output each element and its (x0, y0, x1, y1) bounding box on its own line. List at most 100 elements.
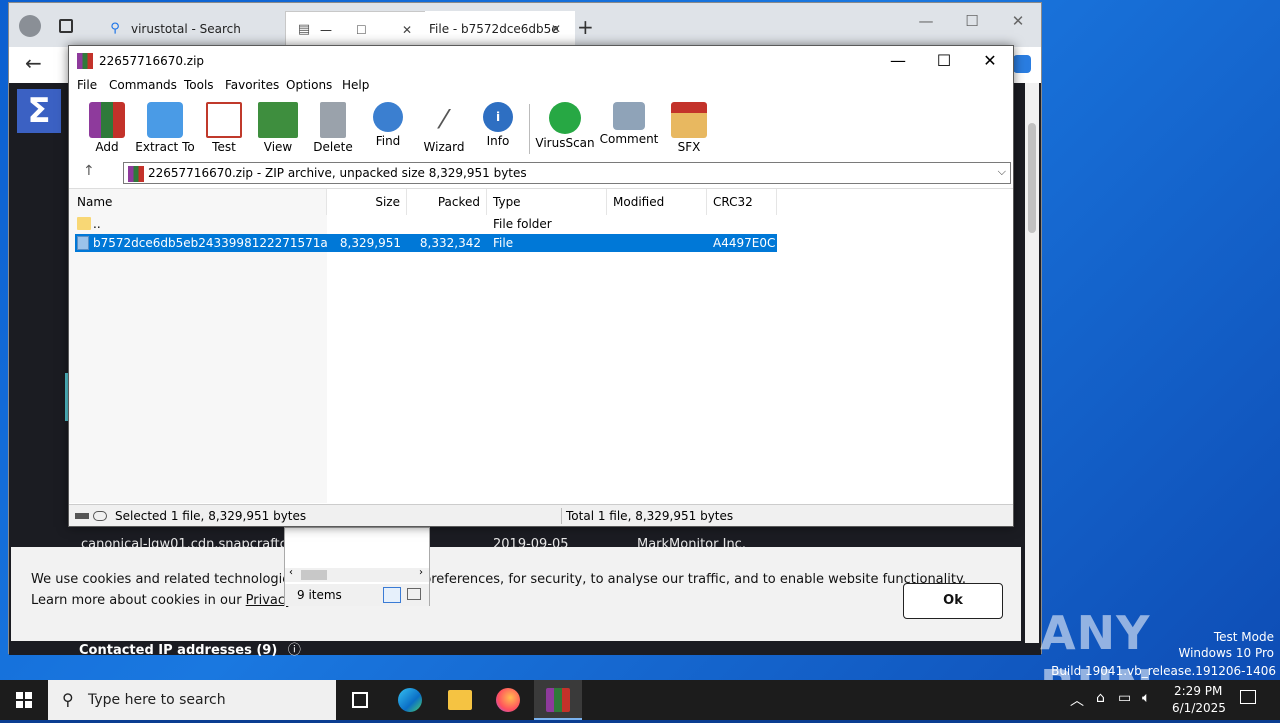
info-icon: i (483, 102, 513, 132)
menu-commands[interactable]: Commands (109, 78, 177, 92)
add-button[interactable]: Add (77, 100, 137, 156)
clock-date[interactable]: 6/1/2025 (1172, 701, 1226, 715)
scrollbar-thumb[interactable] (1028, 123, 1036, 233)
delete-button[interactable]: Delete (303, 100, 363, 156)
minimize-button[interactable]: — (875, 46, 921, 76)
column-type[interactable]: Type (487, 189, 607, 215)
scroll-right-icon[interactable]: › (419, 567, 423, 578)
archive-path: 22657716670.zip - ZIP archive, unpacked … (148, 166, 527, 180)
search-icon: ⚲ (110, 21, 120, 36)
extract-to-button[interactable]: Extract To (135, 100, 195, 156)
winrar-taskbar-icon[interactable] (534, 680, 582, 720)
archive-icon (128, 166, 144, 182)
maximize-button[interactable]: ☐ (949, 9, 995, 33)
archive-path-field[interactable]: 22657716670.zip - ZIP archive, unpacked … (123, 162, 1011, 184)
cookie-banner: We use cookies and related technologies … (11, 547, 1021, 641)
sfx-label: SFX (677, 140, 701, 154)
clock-time[interactable]: 2:29 PM (1174, 684, 1222, 698)
virustotal-logo-icon[interactable]: Σ (17, 89, 61, 133)
chevron-down-icon[interactable]: ⌵ (998, 165, 1006, 179)
column-size[interactable]: Size (327, 189, 407, 215)
restore-icon[interactable]: ☐ (356, 23, 367, 37)
tab-blank[interactable]: ▤ — ☐ ✕ (285, 11, 443, 47)
tab-close-icon[interactable]: ✕ (402, 23, 412, 37)
scroll-left-icon[interactable]: ‹ (289, 567, 293, 578)
virusscan-button[interactable]: VirusScan (535, 100, 595, 156)
preview-view-icon[interactable] (407, 588, 421, 600)
table-row[interactable]: .. File folder (75, 215, 777, 233)
column-modified[interactable]: Modified (607, 189, 707, 215)
column-name[interactable]: Name (71, 189, 327, 215)
cell-name: b7572dce6db5eb2433998122271571ad0b7e... (93, 236, 327, 250)
file-explorer-icon[interactable] (436, 680, 484, 720)
tab-close-icon[interactable]: ✕ (551, 22, 561, 36)
menu-help[interactable]: Help (342, 78, 369, 92)
info-icon[interactable]: ⓘ (288, 643, 301, 658)
cookie-learn-text: Learn more about cookies in our (31, 593, 246, 608)
cell-type: File folder (493, 217, 552, 231)
start-button[interactable] (0, 680, 48, 720)
wizard-button[interactable]: ⁄ Wizard (414, 100, 474, 156)
cell-packed: 8,332,342 (419, 236, 481, 250)
menu-options[interactable]: Options (286, 78, 332, 92)
menu-favorites[interactable]: Favorites (225, 78, 279, 92)
tab-label: — (320, 22, 332, 37)
comment-label: Comment (599, 132, 659, 146)
back-arrow-icon[interactable]: ← (25, 51, 42, 75)
file-list: Name Size Packed Type Modified CRC32 .. … (69, 188, 1013, 503)
status-selected: Selected 1 file, 8,329,951 bytes (115, 509, 307, 523)
edge-icon[interactable] (386, 680, 434, 720)
tab-file-report[interactable]: File - b7572dce6db5e ✕ (425, 11, 575, 47)
maximize-button[interactable]: ☐ (921, 46, 967, 76)
winrar-app-icon (77, 53, 93, 69)
taskbar-search[interactable]: ⚲ Type here to search (48, 680, 336, 720)
status-divider (561, 508, 562, 524)
page-scrollbar[interactable] (1025, 83, 1039, 643)
cookie-text: We use cookies and related technologies … (31, 572, 966, 587)
virusscan-label: VirusScan (535, 136, 595, 150)
find-button[interactable]: Find (358, 100, 418, 156)
winrar-toolbar: Add Extract To Test View Delete Find ⁄ Wi… (69, 96, 1013, 158)
winrar-titlebar: 22657716670.zip — ☐ ✕ (69, 46, 1013, 76)
copilot-icon[interactable] (1013, 55, 1031, 73)
up-arrow-icon[interactable]: ↑ (83, 163, 95, 179)
horizontal-scrollbar[interactable]: ‹ › (285, 567, 429, 582)
task-view-icon[interactable] (336, 680, 384, 720)
menu-file[interactable]: File (77, 78, 97, 92)
tab-virustotal-search[interactable]: ⚲ virustotal - Search (97, 11, 287, 47)
info-button[interactable]: i Info (468, 100, 528, 156)
drive-icon (75, 513, 89, 519)
view-button[interactable]: View (248, 100, 308, 156)
comment-button[interactable]: Comment (599, 100, 659, 156)
ethernet-icon[interactable]: ▭ (1118, 690, 1131, 706)
menu-tools[interactable]: Tools (184, 78, 214, 92)
firefox-icon[interactable] (484, 680, 532, 720)
scrollbar-thumb[interactable] (301, 570, 327, 580)
test-button[interactable]: Test (194, 100, 254, 156)
close-button[interactable]: ✕ (967, 46, 1013, 76)
tab-label: virustotal - Search (131, 22, 241, 36)
winrar-window: 22657716670.zip — ☐ ✕ File Commands Tool… (68, 45, 1014, 527)
new-tab-button[interactable]: + (577, 15, 594, 39)
contacted-ip-heading[interactable]: Contacted IP addresses (9) ⓘ (79, 639, 301, 658)
table-row[interactable]: b7572dce6db5eb2433998122271571ad0b7e... … (75, 234, 777, 252)
volume-icon[interactable]: 🔈︎ (1142, 690, 1150, 706)
close-button[interactable]: ✕ (995, 9, 1041, 33)
watermark-line3: Build 19041.vb_release.191206-1406 (1051, 664, 1276, 678)
magnifier-icon (373, 102, 403, 132)
column-crc32[interactable]: CRC32 (707, 189, 777, 215)
minimize-button[interactable]: — (903, 9, 949, 33)
cell-size: 8,329,951 (339, 236, 401, 250)
details-view-icon[interactable] (383, 587, 401, 603)
tab-strip: ⚲ virustotal - Search ▤ — ☐ ✕ File - b75… (9, 3, 1041, 47)
window-title: 22657716670.zip (99, 54, 205, 68)
view-label: View (263, 140, 293, 154)
cookie-ok-button[interactable]: Ok (903, 583, 1003, 619)
column-packed[interactable]: Packed (407, 189, 487, 215)
show-hidden-icons[interactable]: ︿ (1070, 690, 1084, 710)
network-icon[interactable]: ⌂ (1096, 690, 1105, 706)
tab-actions-icon[interactable] (59, 19, 73, 33)
notifications-icon[interactable] (1240, 690, 1256, 704)
profile-avatar[interactable] (19, 15, 41, 37)
sfx-button[interactable]: SFX (659, 100, 719, 156)
